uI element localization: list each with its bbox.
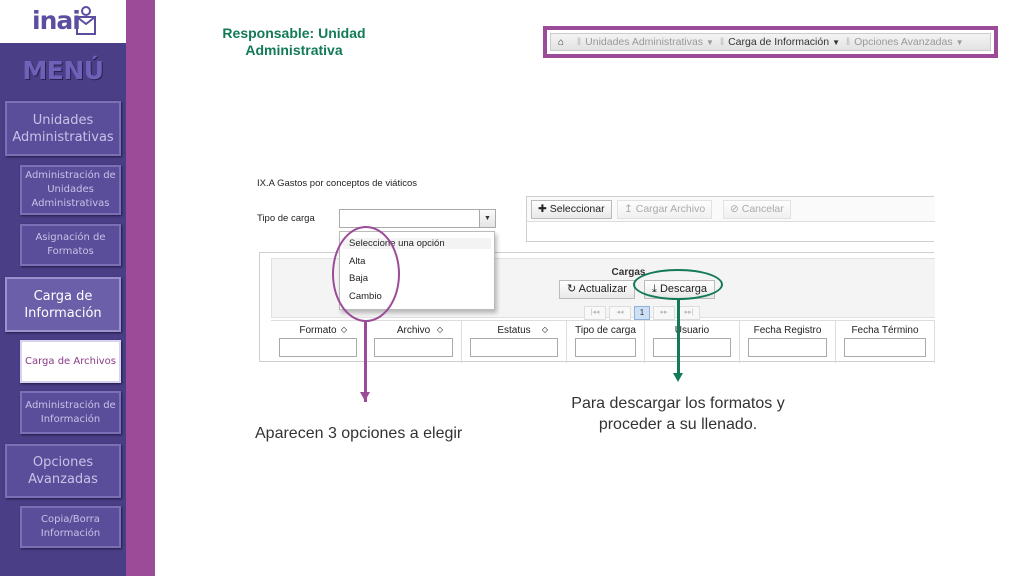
plus-icon: ✚ [538,203,547,215]
grid-column[interactable]: Fecha Término [836,321,935,363]
sidebar-item-asignacion-formatos[interactable]: Asignación de Formatos [20,224,121,266]
column-header: Estatus [497,325,531,336]
tipo-carga-label: Tipo de carga [257,213,315,224]
sidebar-item-label: Carga de Información [24,288,102,321]
breadcrumb-label: Opciones Avanzadas [854,36,953,48]
sort-icon[interactable]: ◇ [437,325,443,334]
sidebar-item-carga-informacion[interactable]: Carga de Información [5,277,121,332]
page-number[interactable]: 1 [634,306,650,320]
sort-icon[interactable]: ◇ [341,325,347,334]
upload-icon: ↥ [624,203,633,215]
grid-column[interactable]: Estatus ◇ [462,321,567,363]
caret-down-icon: ▼ [706,38,714,47]
pager: |◂◂ ◂◂ 1 ▸▸ ▸▸| [584,306,700,320]
button-label: Cancelar [741,203,784,215]
sort-icon[interactable]: ◇ [542,325,548,334]
sidebar-item-administracion-unidades[interactable]: Administración de Unidades Administrativ… [20,165,121,215]
highlight-oval-descarga [633,269,723,300]
column-filter-input[interactable] [279,338,357,357]
logo: inai [32,6,81,35]
grid-column[interactable]: Fecha Registro [740,321,836,363]
sidebar-item-label: Administración de Información [25,399,116,425]
column-filter-input[interactable] [575,338,636,357]
cancel-icon: ⊘ [730,203,739,215]
separator-icon: ‖ [577,36,582,48]
sidebar-item-label: Copia/Borra Información [40,514,101,539]
caret-down-icon: ▼ [955,38,964,47]
grid-column[interactable]: Tipo de carga [567,321,645,363]
button-label: Cargar Archivo [635,203,706,215]
actualizar-button[interactable]: ↻ Actualizar [559,280,635,299]
annotation-options: Aparecen 3 opciones a elegir [255,425,463,442]
annotation-descarga: Para descargar los formatos y proceder a… [571,395,785,433]
column-filter-input[interactable] [844,338,926,357]
column-header: Usuario [674,325,710,336]
arrow-down-icon [673,373,683,382]
separator-icon: ‖ [846,36,851,48]
menu-title: MENÚ [22,56,104,85]
seleccionar-button[interactable]: ✚ Seleccionar [531,200,612,219]
sidebar-item-label: Carga de Archivos [25,355,116,367]
breadcrumb-item-unidades[interactable]: Unidades Administrativas ▼ [585,36,714,48]
first-page-button[interactable]: |◂◂ [584,306,606,320]
cargar-archivo-button[interactable]: ↥ Cargar Archivo [617,200,713,219]
grid-column[interactable]: Archivo ◇ [366,321,462,363]
decorative-stripe [126,0,155,576]
separator-icon: ‖ [719,36,725,48]
button-label: Seleccionar [549,203,605,215]
cancelar-button[interactable]: ⊘ Cancelar [723,200,791,219]
sidebar: inai MENÚ Unidades Administrativas Admin… [0,0,126,576]
sidebar-item-unidades-administrativas[interactable]: Unidades Administrativas [5,101,121,156]
column-header: Archivo [396,325,431,336]
sidebar-item-label: Asignación de Formatos [35,232,106,257]
chevron-down-icon[interactable]: ▼ [479,210,495,227]
prev-page-button[interactable]: ◂◂ [609,306,631,320]
refresh-icon: ↻ [567,283,577,295]
sidebar-item-administracion-informacion[interactable]: Administración de Información [20,391,121,434]
breadcrumb-item-opciones[interactable]: Opciones Avanzadas ▼ [854,36,963,48]
grid-column[interactable]: Formato ◇ [271,321,366,363]
column-filter-input[interactable] [470,338,558,357]
home-icon[interactable]: ⌂ [551,37,571,48]
arrow-down-icon [360,392,370,401]
button-label: Actualizar [578,283,627,295]
breadcrumb-label: Unidades Administrativas [585,36,704,48]
sidebar-item-label: Administración de Unidades Administrativ… [25,170,116,209]
sidebar-item-copia-borra[interactable]: Copia/Borra Información [20,506,121,548]
column-header: Fecha Registro [753,325,822,336]
sidebar-item-label: Opciones Avanzadas [28,455,98,487]
column-filter-input[interactable] [374,338,453,357]
breadcrumb: ⌂ ‖ Unidades Administrativas ▼ ‖ Carga de… [550,33,991,51]
breadcrumb-label: Carga de Información [728,36,830,48]
responsable-title: Responsable: Unidad Administrativa [222,25,366,58]
next-page-button[interactable]: ▸▸ [653,306,675,320]
column-filter-input[interactable] [748,338,827,357]
grid-column[interactable]: Usuario [645,321,740,363]
logo-area: inai [0,0,126,43]
section-title: IX.A Gastos por conceptos de viáticos [257,178,418,189]
caret-down-icon: ▼ [832,38,840,47]
upload-toolbar: ✚ Seleccionar ↥ Cargar Archivo ⊘ Cancela… [527,197,935,222]
sidebar-item-carga-archivos[interactable]: Carga de Archivos [20,340,121,383]
breadcrumb-highlight: ⌂ ‖ Unidades Administrativas ▼ ‖ Carga de… [543,26,998,58]
sidebar-item-label: Unidades Administrativas [12,112,114,145]
inai-logo-icon [76,6,96,35]
breadcrumb-item-carga[interactable]: Carga de Información ▼ [728,36,840,48]
column-header: Formato [299,325,337,336]
upload-toolbar-panel: ✚ Seleccionar ↥ Cargar Archivo ⊘ Cancela… [526,196,935,242]
column-header: Fecha Término [851,325,919,336]
arrow-line [364,322,367,402]
column-filter-input[interactable] [653,338,731,357]
highlight-oval-options [332,226,400,322]
column-header: Tipo de carga [575,325,636,336]
grid-header: Formato ◇ Archivo ◇ Estatus ◇ Tipo de carga… [271,320,935,363]
last-page-button[interactable]: ▸▸| [678,306,700,320]
sidebar-item-opciones-avanzadas[interactable]: Opciones Avanzadas [5,444,121,498]
arrow-line [677,300,680,378]
